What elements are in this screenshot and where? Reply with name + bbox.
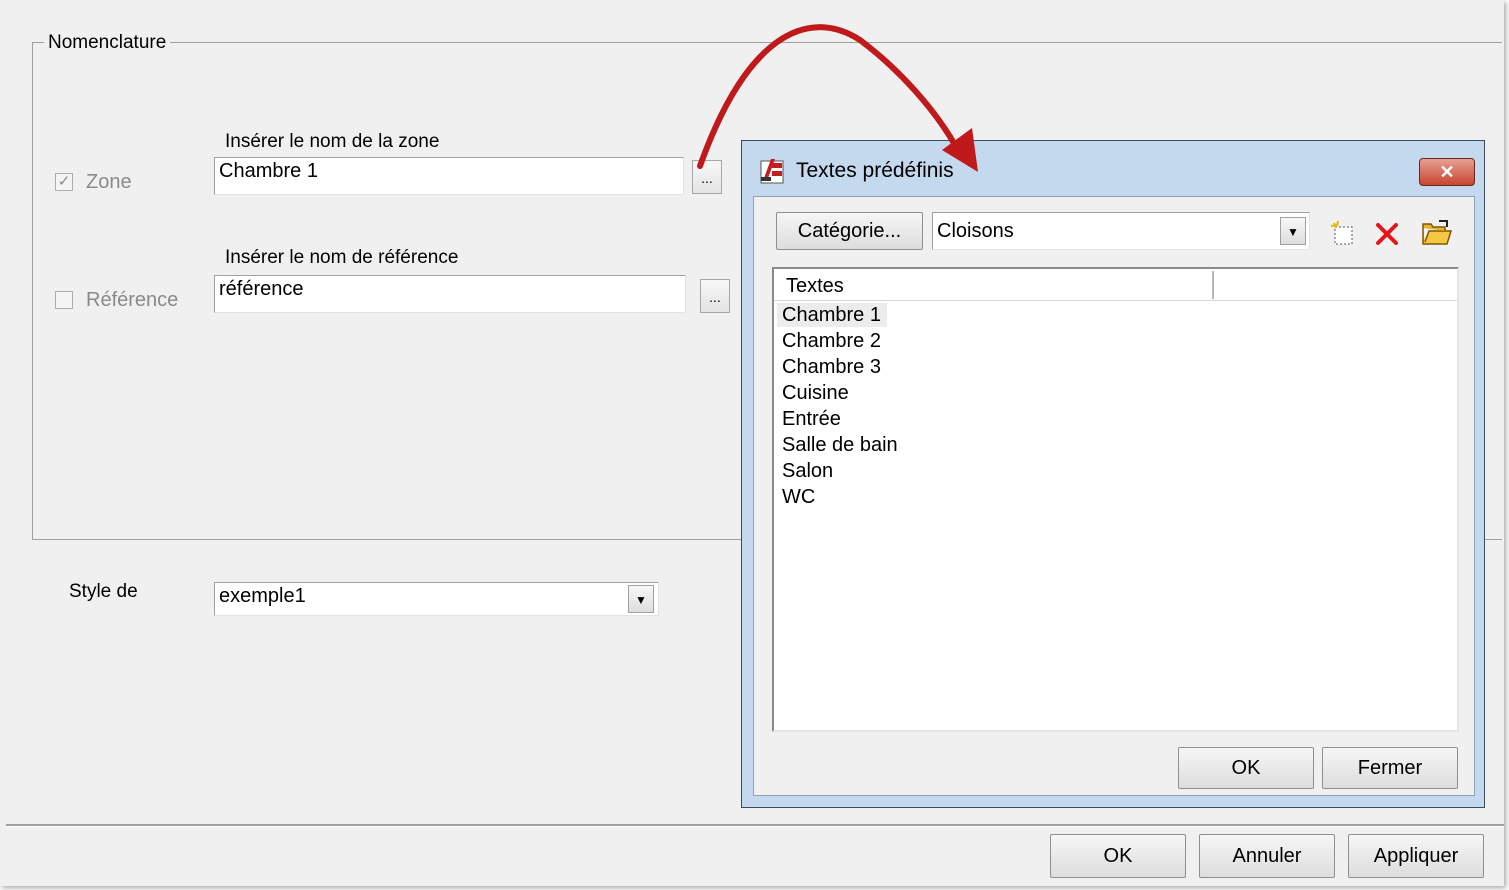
chevron-down-icon: ▼ xyxy=(1287,225,1299,239)
cancel-button[interactable]: Annuler xyxy=(1199,834,1335,878)
list-item[interactable]: Chambre 2 xyxy=(782,328,881,354)
popup-title: Textes prédéfinis xyxy=(796,159,954,182)
category-button[interactable]: Catégorie... xyxy=(776,212,923,250)
ok-button[interactable]: OK xyxy=(1050,834,1186,878)
bottom-separator xyxy=(6,824,1504,827)
zone-browse-button[interactable]: ... xyxy=(692,160,722,194)
new-text-icon[interactable] xyxy=(1330,220,1358,248)
zone-checkbox-label: Zone xyxy=(86,171,132,193)
zone-name-input[interactable]: Chambre 1 xyxy=(214,157,684,195)
reference-browse-button[interactable]: ... xyxy=(700,279,730,313)
style-select[interactable]: exemple1 xyxy=(214,582,659,616)
open-folder-icon[interactable] xyxy=(1421,218,1453,248)
list-item[interactable]: Cuisine xyxy=(782,380,849,406)
category-dropdown-button[interactable]: ▼ xyxy=(1280,217,1306,245)
style-label: Style de xyxy=(69,581,138,602)
reference-checkbox-label: Référence xyxy=(86,289,179,311)
list-item[interactable]: Salle de bain xyxy=(782,432,898,458)
category-select[interactable]: Cloisons xyxy=(932,212,1310,250)
reference-field-label: Insérer le nom de référence xyxy=(225,247,459,268)
zone-checkbox[interactable]: ✓ xyxy=(55,173,73,191)
column-separator[interactable] xyxy=(1212,271,1214,299)
list-item[interactable]: Chambre 3 xyxy=(782,354,881,380)
style-select-value: exemple1 xyxy=(219,585,306,607)
popup-ok-button[interactable]: OK xyxy=(1178,747,1314,789)
app-logo-icon xyxy=(760,159,784,184)
list-item[interactable]: Entrée xyxy=(782,406,841,432)
close-icon: ✕ xyxy=(1439,162,1455,182)
list-item[interactable]: Salon xyxy=(782,458,833,484)
style-dropdown-button[interactable]: ▼ xyxy=(628,585,654,613)
chevron-down-icon: ▼ xyxy=(635,593,647,607)
delete-icon[interactable] xyxy=(1373,220,1401,248)
group-title: Nomenclature xyxy=(44,32,171,54)
list-header xyxy=(774,269,1457,301)
list-item[interactable]: WC xyxy=(782,484,815,510)
reference-checkbox[interactable] xyxy=(55,291,73,309)
zone-field-label: Insérer le nom de la zone xyxy=(225,131,440,152)
category-select-value: Cloisons xyxy=(937,220,1014,242)
apply-button[interactable]: Appliquer xyxy=(1348,834,1484,878)
reference-name-input[interactable]: référence xyxy=(214,275,686,313)
column-header-texts[interactable]: Textes xyxy=(786,275,844,298)
list-item[interactable]: Chambre 1 xyxy=(782,302,881,328)
popup-close-button[interactable]: ✕ xyxy=(1419,158,1475,186)
popup-close-text-button[interactable]: Fermer xyxy=(1322,747,1458,789)
